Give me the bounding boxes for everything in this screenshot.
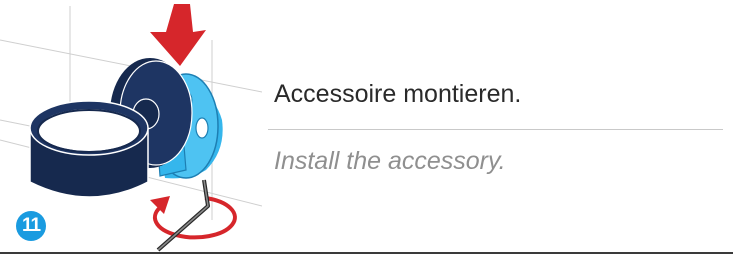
down-arrow-icon [150,4,206,66]
divider [268,129,723,130]
step-number-badge: 11 [16,211,46,241]
instruction-english: Install the accessory. [274,147,506,175]
bottom-rule [0,252,733,254]
rotate-arrow-icon [150,196,237,240]
instruction-step: 11 Accessoire montieren. Install the acc… [0,0,733,260]
accessory-ring [29,100,149,198]
instruction-german: Accessoire montieren. [274,80,522,108]
